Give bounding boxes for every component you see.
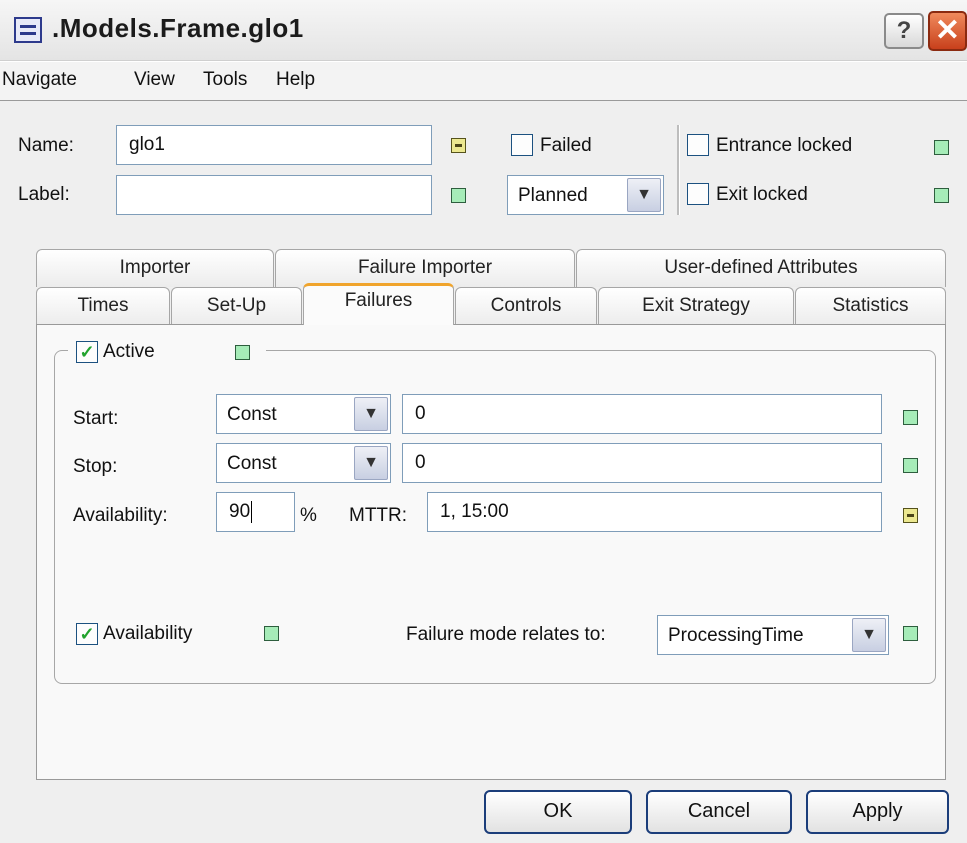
active-label: Active [103,341,155,362]
stop-value-input[interactable]: 0 [402,443,882,483]
title-bar: .Models.Frame.glo1 ? ✕ [0,0,967,61]
chevron-down-icon[interactable]: ▼ [627,178,661,212]
chevron-down-icon[interactable]: ▼ [354,397,388,431]
menu-view[interactable]: View [134,69,175,91]
apply-button[interactable]: Apply [806,790,949,834]
availability-checkbox-label: Availability [103,623,193,644]
menu-tools[interactable]: Tools [203,69,247,91]
availability-input[interactable]: 90 [216,492,295,532]
exit-locked-indicator[interactable] [934,188,949,203]
ok-button[interactable]: OK [484,790,632,834]
stop-indicator[interactable] [903,458,918,473]
dialog-window: .Models.Frame.glo1 ? ✕ Navigate View Too… [0,0,967,843]
close-button[interactable]: ✕ [928,11,967,51]
window-title: .Models.Frame.glo1 [52,13,304,43]
start-label: Start: [73,408,119,429]
tab-failure-importer[interactable]: Failure Importer [275,249,575,287]
planned-select-value: Planned [518,185,588,206]
stop-distribution-select[interactable]: Const ▼ [216,443,391,483]
name-label: Name: [18,135,74,156]
tab-statistics[interactable]: Statistics [795,287,946,325]
window-icon [14,17,42,43]
name-inherit-indicator[interactable] [451,138,466,153]
active-indicator[interactable] [235,345,250,360]
failed-checkbox[interactable] [511,134,533,156]
cancel-button[interactable]: Cancel [646,790,792,834]
start-indicator[interactable] [903,410,918,425]
label-inherit-indicator[interactable] [451,188,466,203]
exit-locked-label: Exit locked [716,184,808,205]
availability-input-value: 90 [229,501,251,523]
start-distribution-select[interactable]: Const ▼ [216,394,391,434]
entrance-locked-label: Entrance locked [716,135,853,156]
chevron-down-icon[interactable]: ▼ [354,446,388,480]
entrance-locked-indicator[interactable] [934,140,949,155]
failed-label: Failed [540,135,592,156]
failure-mode-label: Failure mode relates to: [406,624,606,645]
name-input[interactable]: glo1 [116,125,432,165]
tab-failures[interactable]: Failures [303,283,454,325]
label-label: Label: [18,184,70,205]
tab-exit-strategy[interactable]: Exit Strategy [598,287,794,325]
chevron-down-icon[interactable]: ▼ [852,618,886,652]
mttr-label: MTTR: [349,505,408,526]
tab-set-up[interactable]: Set-Up [171,287,302,325]
mttr-input[interactable]: 1, 15:00 [427,492,882,532]
planned-select[interactable]: Planned ▼ [507,175,664,215]
start-value-input[interactable]: 0 [402,394,882,434]
exit-locked-checkbox[interactable] [687,183,709,205]
stop-distribution-value: Const [227,453,277,474]
active-checkbox[interactable]: ✓ [76,341,98,363]
failure-mode-select[interactable]: ProcessingTime ▼ [657,615,889,655]
availability-checkbox-indicator[interactable] [264,626,279,641]
text-caret [251,501,253,523]
header-separator [677,125,680,215]
failure-mode-value: ProcessingTime [668,625,804,646]
menu-help[interactable]: Help [276,69,315,91]
mttr-indicator[interactable] [903,508,918,523]
availability-field-label: Availability: [73,505,168,526]
tab-controls[interactable]: Controls [455,287,597,325]
menu-navigate[interactable]: Navigate [2,69,77,91]
availability-checkbox[interactable]: ✓ [76,623,98,645]
failure-mode-indicator[interactable] [903,626,918,641]
help-button[interactable]: ? [884,13,924,49]
tab-times[interactable]: Times [36,287,170,325]
start-distribution-value: Const [227,404,277,425]
menu-bar: Navigate View Tools Help [0,62,967,101]
stop-label: Stop: [73,456,118,477]
tab-user-defined-attributes[interactable]: User-defined Attributes [576,249,946,287]
label-input[interactable] [116,175,432,215]
percent-label: % [300,505,317,526]
entrance-locked-checkbox[interactable] [687,134,709,156]
tab-importer[interactable]: Importer [36,249,274,287]
